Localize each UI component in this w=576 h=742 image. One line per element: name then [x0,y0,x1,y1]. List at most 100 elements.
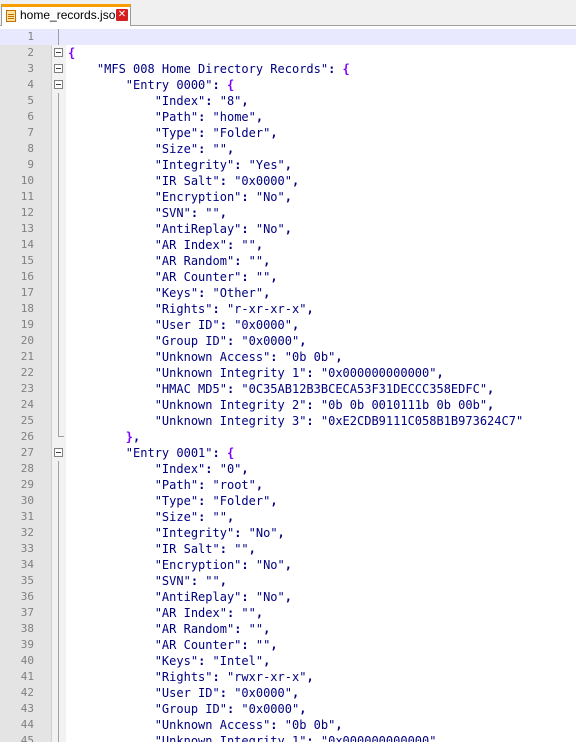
fold-collapse-icon[interactable] [54,80,63,89]
code-line[interactable]: 12 "SVN": "", [0,205,576,221]
code-line[interactable]: 10 "IR Salt": "0x0000", [0,173,576,189]
close-icon[interactable]: ✕ [116,9,128,21]
code-text: "HMAC MD5": "0C35AB12B3BCECA53F31DECCC35… [68,381,495,397]
code-editor[interactable]: 1 2{3 "MFS 008 Home Directory Records": {… [0,29,576,742]
line-number: 27 [20,446,34,459]
json-colon: : [226,606,242,620]
json-value: "" [212,142,227,156]
code-line[interactable]: 32 "Integrity": "No", [0,525,576,541]
json-open-brace: { [226,446,235,460]
json-colon: : [234,254,249,268]
line-number: 32 [20,526,34,539]
code-text: }, [68,429,140,445]
json-value: "No" [255,222,285,236]
code-line[interactable]: 34 "Encryption": "No", [0,557,576,573]
code-line[interactable]: 1 [0,29,576,45]
code-line[interactable]: 29 "Path": "root", [0,477,576,493]
code-line[interactable]: 5 "Index": "8", [0,93,576,109]
json-colon: : [306,366,321,380]
code-line[interactable]: 9 "Integrity": "Yes", [0,157,576,173]
json-key: "Entry 0001" [125,446,213,460]
code-line[interactable]: 36 "AntiReplay": "No", [0,589,576,605]
code-text: "Rights": "r-xr-xr-x", [68,301,314,317]
code-text: "AR Counter": "", [68,269,278,285]
line-number: 45 [20,734,34,742]
code-line[interactable]: 40 "Keys": "Intel", [0,653,576,669]
fold-guide [58,29,59,45]
line-number: 1 [27,30,34,43]
code-line[interactable]: 8 "Size": "", [0,141,576,157]
code-line[interactable]: 45 "Unknown Integrity 1": "0x00000000000… [0,733,576,742]
code-line[interactable]: 22 "Unknown Integrity 1": "0x00000000000… [0,365,576,381]
json-comma: , [255,606,264,620]
code-line[interactable]: 21 "Unknown Access": "0b 0b", [0,349,576,365]
json-value: "Yes" [248,158,285,172]
code-line[interactable]: 4 "Entry 0000": { [0,77,576,93]
code-line[interactable]: 25 "Unknown Integrity 3": "0xE2CDB9111C0… [0,413,576,429]
code-line[interactable]: 13 "AntiReplay": "No", [0,221,576,237]
code-line[interactable]: 19 "User ID": "0x0000", [0,317,576,333]
tab-home-records[interactable]: home_records.json ✕ [1,4,131,26]
json-colon: : [198,110,213,124]
code-text: "Path": "home", [68,109,263,125]
fold-guide [58,493,59,509]
code-line[interactable]: 44 "Unknown Access": "0b 0b", [0,717,576,733]
code-line[interactable]: 35 "SVN": "", [0,573,576,589]
json-comma: , [299,702,307,716]
json-value: "" [248,254,264,268]
code-line[interactable]: 14 "AR Index": "", [0,237,576,253]
line-number: 3 [27,62,34,75]
fold-collapse-icon[interactable] [54,64,63,73]
json-key: "Index" [154,94,206,108]
code-line[interactable]: 33 "IR Salt": "", [0,541,576,557]
json-key: "Unknown Integrity 1" [154,734,307,742]
code-line[interactable]: 31 "Size": "", [0,509,576,525]
fold-guide [58,317,59,333]
code-line[interactable]: 16 "AR Counter": "", [0,269,576,285]
code-text: "AR Index": "", [68,237,263,253]
fold-guide [58,637,59,653]
json-key: "Unknown Integrity 2" [154,398,307,412]
fold-guide [58,429,64,437]
code-line[interactable]: 7 "Type": "Folder", [0,125,576,141]
line-number: 17 [20,286,34,299]
code-line[interactable]: 11 "Encryption": "No", [0,189,576,205]
code-line[interactable]: 18 "Rights": "r-xr-xr-x", [0,301,576,317]
code-text: "AR Counter": "", [68,637,278,653]
code-text: "Integrity": "No", [68,525,285,541]
code-text: "Group ID": "0x0000", [68,333,307,349]
code-line[interactable]: 42 "User ID": "0x0000", [0,685,576,701]
json-value: "Intel" [212,654,264,668]
code-line[interactable]: 2{ [0,45,576,61]
fold-guide [58,285,59,301]
json-key: "Entry 0000" [125,78,213,92]
fold-collapse-icon[interactable] [54,448,63,457]
json-comma: , [133,430,141,444]
code-line[interactable]: 38 "AR Random": "", [0,621,576,637]
code-line[interactable]: 20 "Group ID": "0x0000", [0,333,576,349]
code-line[interactable]: 6 "Path": "home", [0,109,576,125]
json-value: "r-xr-xr-x" [226,302,307,316]
json-value: "0x000000000000" [320,734,437,742]
fold-collapse-icon[interactable] [54,48,63,57]
code-line[interactable]: 28 "Index": "0", [0,461,576,477]
code-line[interactable]: 27 "Entry 0001": { [0,445,576,461]
json-colon: : [198,654,213,668]
json-colon: : [198,494,213,508]
code-line[interactable]: 26 }, [0,429,576,445]
code-line[interactable]: 15 "AR Random": "", [0,253,576,269]
code-line[interactable]: 23 "HMAC MD5": "0C35AB12B3BCECA53F31DECC… [0,381,576,397]
code-line[interactable]: 17 "Keys": "Other", [0,285,576,301]
code-line[interactable]: 39 "AR Counter": "", [0,637,576,653]
json-value: "home" [212,110,256,124]
json-key: "Encryption" [154,558,242,572]
code-line[interactable]: 30 "Type": "Folder", [0,493,576,509]
code-line[interactable]: 41 "Rights": "rwxr-xr-x", [0,669,576,685]
code-line[interactable]: 43 "Group ID": "0x0000", [0,701,576,717]
code-text: "Encryption": "No", [68,189,292,205]
fold-guide [58,413,59,429]
json-value: "" [205,206,220,220]
code-line[interactable]: 3 "MFS 008 Home Directory Records": { [0,61,576,77]
code-line[interactable]: 37 "AR Index": "", [0,605,576,621]
code-line[interactable]: 24 "Unknown Integrity 2": "0b 0b 0010111… [0,397,576,413]
